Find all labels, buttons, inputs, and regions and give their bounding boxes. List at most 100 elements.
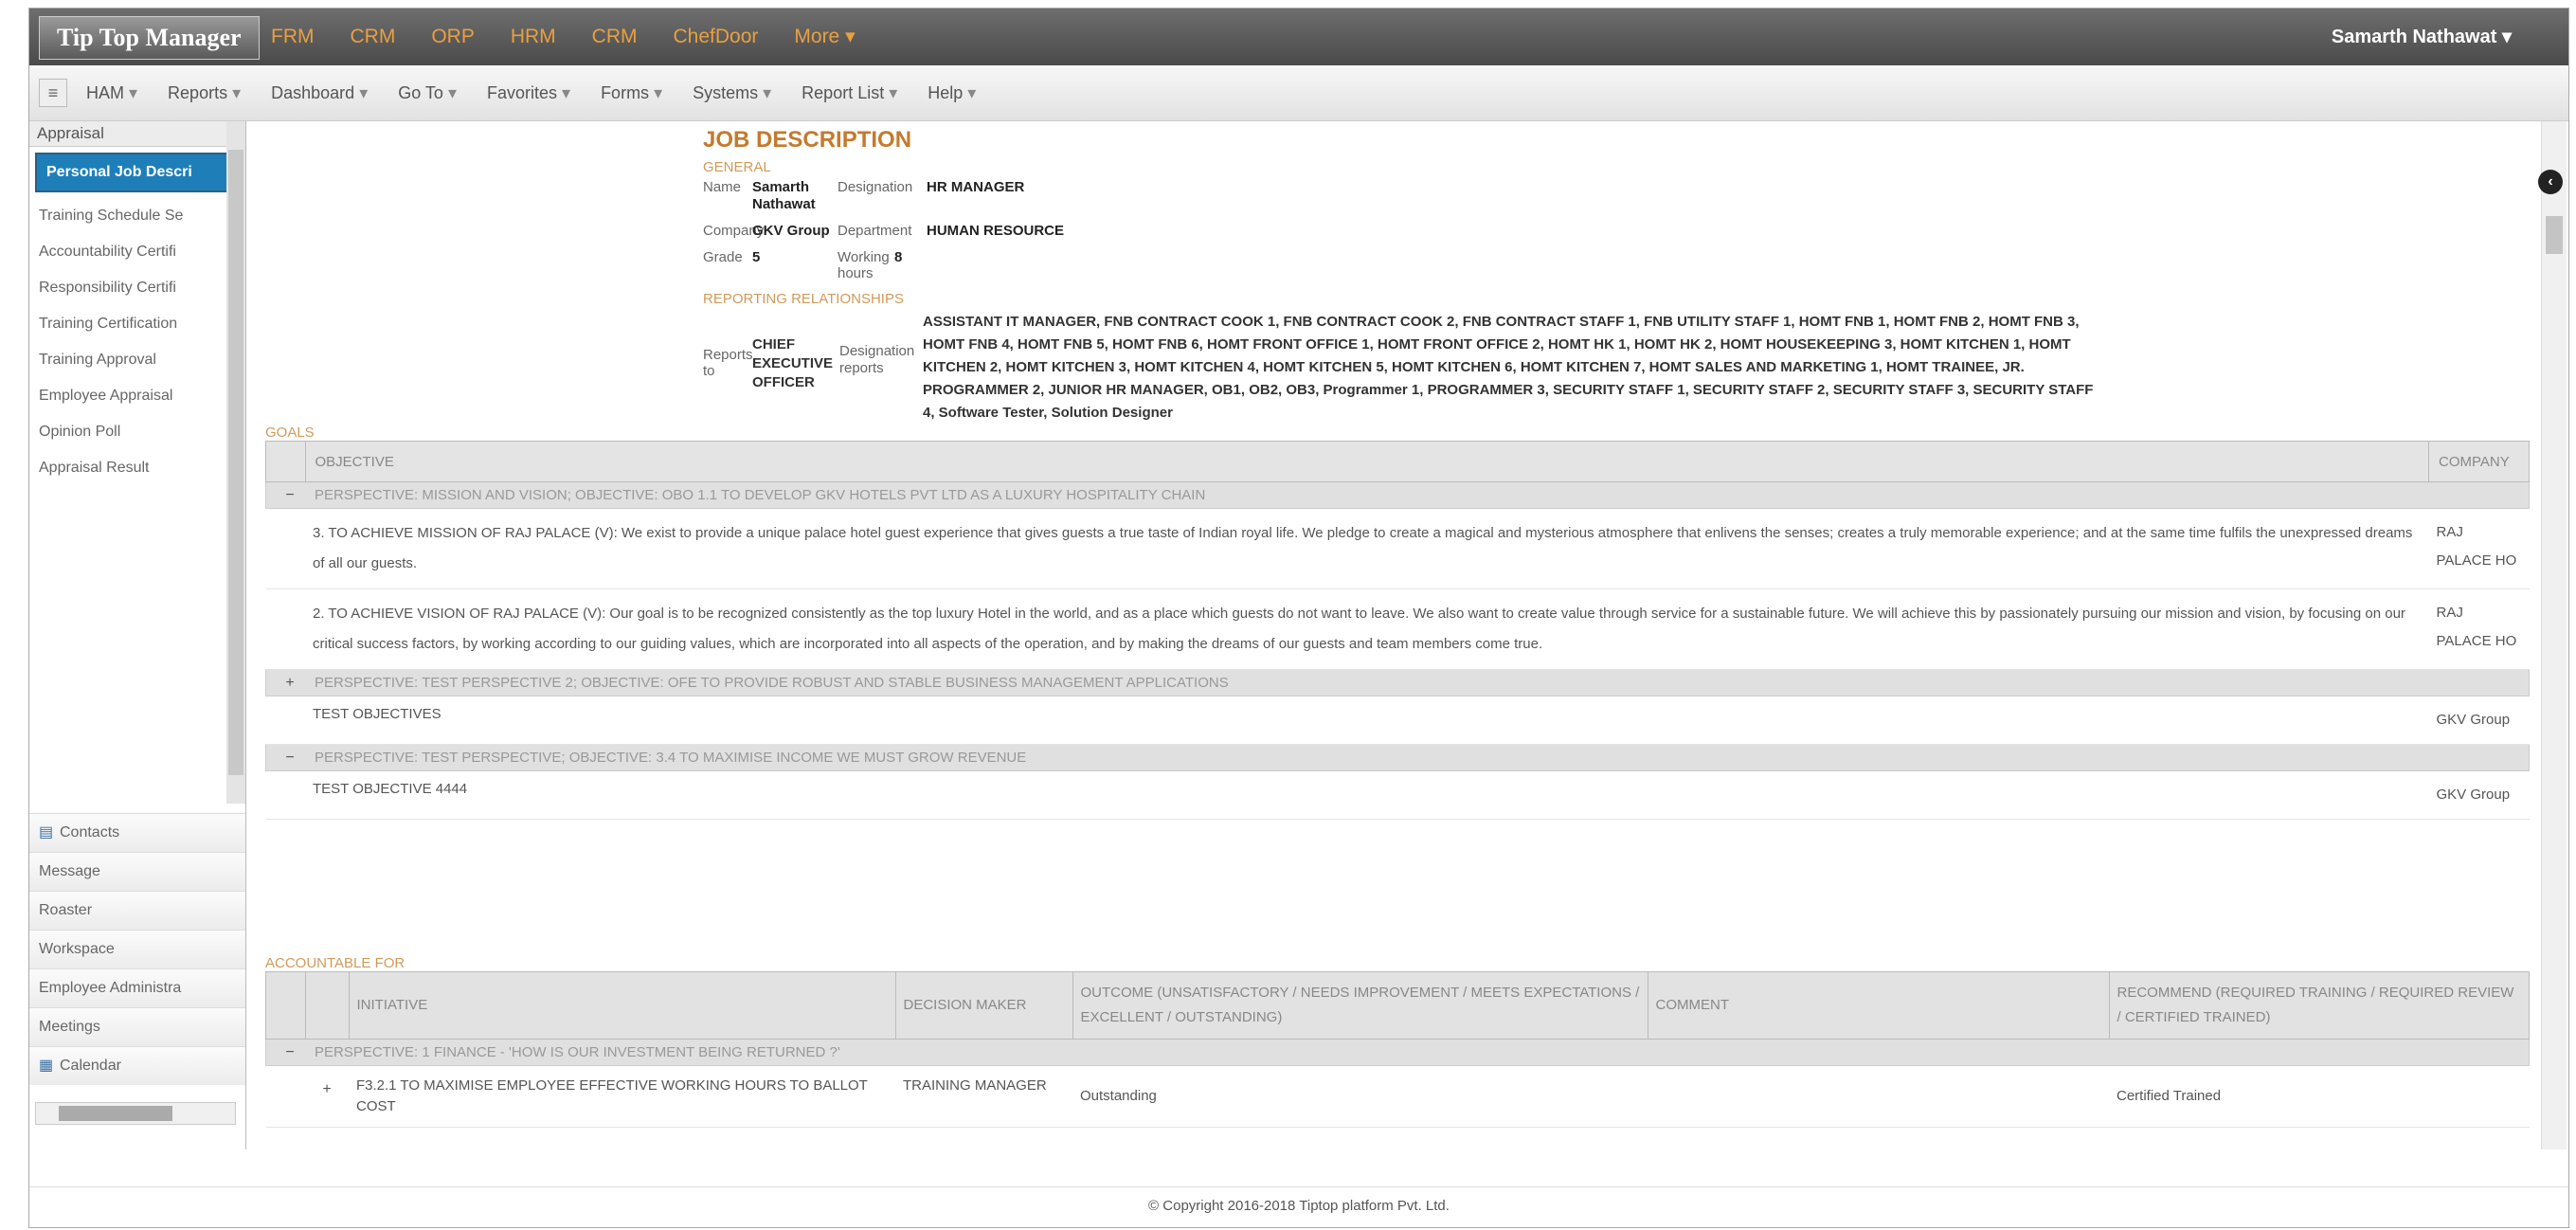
col-decision-maker[interactable]: DECISION MAKER xyxy=(894,971,1073,1040)
sidebar-item-opinion-poll[interactable]: Opinion Poll xyxy=(29,414,245,450)
accountable-section: ACCOUNTABLE FOR INITIATIVE DECISION MAKE… xyxy=(265,955,2530,1128)
reports-to-label: Reports to xyxy=(703,347,753,379)
section-reporting: REPORTING RELATIONSHIPS xyxy=(703,291,904,307)
menu-systems[interactable]: Systems xyxy=(693,65,771,120)
menu-bar: ≡ HAM Reports Dashboard Go To Favorites … xyxy=(29,65,2568,121)
collapse-icon[interactable]: − xyxy=(266,482,306,509)
sidebar-hscrollbar[interactable] xyxy=(35,1102,236,1125)
nav-roaster[interactable]: Roaster xyxy=(29,891,245,930)
menu-toggle-icon[interactable]: ≡ xyxy=(39,79,67,107)
table-row: 3. TO ACHIEVE MISSION OF RAJ PALACE (V):… xyxy=(265,508,2530,589)
module-crm-2[interactable]: CRM xyxy=(592,9,638,65)
sidebar-item-employee-appraisal[interactable]: Employee Appraisal xyxy=(29,378,245,414)
perspective-row[interactable]: − PERSPECTIVE: TEST PERSPECTIVE; OBJECTI… xyxy=(265,744,2530,771)
menu-help[interactable]: Help xyxy=(928,65,976,120)
brand-logo[interactable]: Tip Top Manager xyxy=(39,16,260,60)
content-scroll-thumb[interactable] xyxy=(2546,216,2563,254)
sidebar-item-appraisal-result[interactable]: Appraisal Result xyxy=(29,450,245,486)
module-frm[interactable]: FRM xyxy=(271,9,315,65)
module-more[interactable]: More xyxy=(794,9,855,65)
app-window: Tip Top Manager FRM CRM ORP HRM CRM Chef… xyxy=(28,8,2569,1228)
table-row: TEST OBJECTIVES GKV Group xyxy=(265,696,2530,745)
accountable-toggle-col xyxy=(265,971,306,1040)
expand-icon[interactable]: + xyxy=(266,670,306,696)
perspective-row[interactable]: + PERSPECTIVE: TEST PERSPECTIVE 2; OBJEC… xyxy=(265,669,2530,696)
perspective-row[interactable]: − PERSPECTIVE: 1 FINANCE - 'HOW IS OUR I… xyxy=(265,1039,2530,1066)
goals-toggle-col xyxy=(265,441,306,482)
col-outcome[interactable]: OUTCOME (UNSATISFACTORY / NEEDS IMPROVEM… xyxy=(1072,971,1648,1040)
reports-to-value: CHIEF EXECUTIVE OFFICER xyxy=(752,336,834,390)
nav-message[interactable]: Message xyxy=(29,852,245,891)
col-objective[interactable]: OBJECTIVE xyxy=(304,441,2429,482)
designation-reports-value: ASSISTANT IT MANAGER, FNB CONTRACT COOK … xyxy=(923,314,2094,421)
objective-cell: TEST OBJECTIVES xyxy=(305,696,2429,745)
user-menu[interactable]: Samarth Nathawat xyxy=(2332,9,2512,65)
nav-calendar[interactable]: ▦ Calendar xyxy=(29,1046,245,1085)
module-orp[interactable]: ORP xyxy=(431,9,475,65)
perspective-label: PERSPECTIVE: TEST PERSPECTIVE; OBJECTIVE… xyxy=(315,750,1027,766)
menu-goto[interactable]: Go To xyxy=(398,65,457,120)
sidebar-item-training-schedule[interactable]: Training Schedule Se xyxy=(29,198,245,234)
row-expand-icon[interactable]: + xyxy=(305,1065,349,1128)
grade-label: Grade xyxy=(703,249,743,265)
nav-label: Calendar xyxy=(60,1058,121,1074)
panel-collapse-icon[interactable]: ‹ xyxy=(2538,170,2563,194)
main-content: JOB DESCRIPTION GENERAL Name Samarth Nat… xyxy=(246,121,2539,1149)
perspective-label: PERSPECTIVE: MISSION AND VISION; OBJECTI… xyxy=(315,487,1206,503)
decision-cell: TRAINING MANAGER xyxy=(895,1065,1072,1128)
menu-forms[interactable]: Forms xyxy=(601,65,662,120)
table-row: + F3.2.1 TO MAXIMISE EMPLOYEE EFFECTIVE … xyxy=(265,1065,2530,1128)
nav-employee-admin[interactable]: Employee Administra xyxy=(29,968,245,1007)
nav-meetings[interactable]: Meetings xyxy=(29,1007,245,1046)
accountable-spacer-col xyxy=(304,971,350,1040)
nav-contacts[interactable]: ▤ Contacts xyxy=(29,813,245,852)
name-label: Name xyxy=(703,179,742,195)
sidebar-item-training-cert[interactable]: Training Certification xyxy=(29,306,245,342)
sidebar-item-personal-job[interactable]: Personal Job Descri xyxy=(35,153,228,192)
contacts-icon: ▤ xyxy=(39,824,54,841)
perspective-row[interactable]: − PERSPECTIVE: MISSION AND VISION; OBJEC… xyxy=(265,481,2530,509)
module-chefdoor[interactable]: ChefDoor xyxy=(674,9,759,65)
company-cell: RAJ PALACE HO xyxy=(2428,508,2530,589)
module-nav: FRM CRM ORP HRM CRM ChefDoor More xyxy=(271,9,892,65)
menu-ham[interactable]: HAM xyxy=(86,65,137,120)
hours-value: 8 xyxy=(894,249,903,265)
company-value: GKV Group xyxy=(752,223,830,239)
top-bar: Tip Top Manager FRM CRM ORP HRM CRM Chef… xyxy=(29,9,2568,65)
company-cell: GKV Group xyxy=(2428,696,2530,745)
col-company[interactable]: COMPANY xyxy=(2428,441,2530,482)
department-value: HUMAN RESOURCE xyxy=(927,223,1065,239)
objective-cell: TEST OBJECTIVE 4444 xyxy=(305,770,2429,820)
module-crm[interactable]: CRM xyxy=(351,9,396,65)
sidebar-scrollbar[interactable] xyxy=(226,121,245,804)
content-scrollbar[interactable] xyxy=(2541,121,2567,1149)
hscroll-thumb[interactable] xyxy=(59,1106,172,1121)
goals-label: GOALS xyxy=(265,425,315,441)
grade-value: 5 xyxy=(752,249,761,265)
menu-reports[interactable]: Reports xyxy=(168,65,241,120)
objective-cell: 3. TO ACHIEVE MISSION OF RAJ PALACE (V):… xyxy=(305,508,2429,589)
calendar-icon: ▦ xyxy=(39,1058,54,1074)
col-comment[interactable]: COMMENT xyxy=(1647,971,2110,1040)
sidebar-item-responsibility[interactable]: Responsibility Certifi xyxy=(29,270,245,306)
sidebar-scroll-thumb[interactable] xyxy=(228,150,243,775)
recommend-cell: Certified Trained xyxy=(2109,1065,2530,1128)
section-general: GENERAL xyxy=(703,159,771,175)
col-recommend[interactable]: RECOMMEND (REQUIRED TRAINING / REQUIRED … xyxy=(2108,971,2530,1040)
company-cell: GKV Group xyxy=(2428,770,2530,820)
collapse-icon[interactable]: − xyxy=(266,1040,306,1066)
sidebar-item-training-approval[interactable]: Training Approval xyxy=(29,342,245,378)
col-initiative[interactable]: INITIATIVE xyxy=(348,971,896,1040)
menu-report-list[interactable]: Report List xyxy=(802,65,897,120)
module-hrm[interactable]: HRM xyxy=(511,9,556,65)
perspective-label: PERSPECTIVE: TEST PERSPECTIVE 2; OBJECTI… xyxy=(315,675,1229,691)
collapse-icon[interactable]: − xyxy=(266,745,306,771)
outcome-cell: Outstanding xyxy=(1072,1065,1648,1128)
menu-dashboard[interactable]: Dashboard xyxy=(271,65,368,120)
table-row: TEST OBJECTIVE 4444 GKV Group xyxy=(265,770,2530,820)
menu-favorites[interactable]: Favorites xyxy=(487,65,570,120)
nav-workspace[interactable]: Workspace xyxy=(29,930,245,968)
goals-section: GOALS OBJECTIVE COMPANY − PERSPECTIVE: M… xyxy=(265,425,2530,820)
sidebar-item-accountability[interactable]: Accountability Certifi xyxy=(29,234,245,270)
sidebar-header[interactable]: Appraisal xyxy=(29,121,245,147)
